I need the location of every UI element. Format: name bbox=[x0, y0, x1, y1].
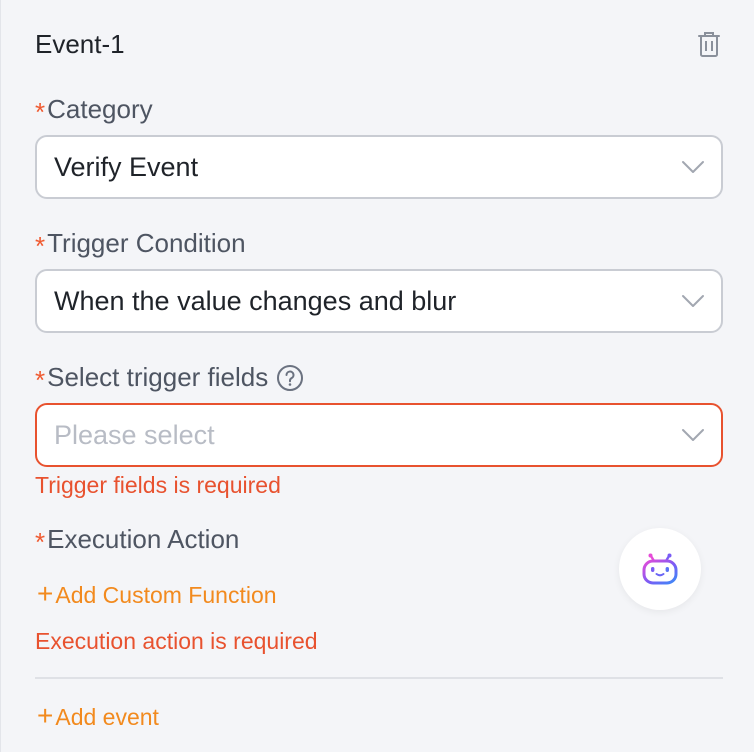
trigger-condition-select[interactable]: When the value changes and blur bbox=[35, 269, 723, 333]
chevron-down-icon bbox=[682, 161, 704, 173]
question-circle-icon[interactable] bbox=[276, 364, 304, 392]
trigger-condition-label: * Trigger Condition bbox=[35, 228, 246, 261]
chevron-down-icon bbox=[682, 429, 704, 441]
trigger-fields-placeholder: Please select bbox=[54, 419, 215, 450]
plus-icon: + bbox=[37, 700, 54, 731]
add-custom-function-link[interactable]: + Add Custom Function bbox=[37, 578, 277, 609]
trash-icon[interactable] bbox=[695, 29, 723, 59]
required-mark: * bbox=[35, 365, 46, 395]
robot-assistant-icon bbox=[642, 553, 678, 585]
category-select[interactable]: Verify Event bbox=[35, 135, 723, 199]
required-mark: * bbox=[35, 97, 46, 127]
trigger-condition-label-text: Trigger Condition bbox=[47, 228, 246, 258]
trigger-fields-error: Trigger fields is required bbox=[35, 472, 281, 498]
execution-action-label-text: Execution Action bbox=[47, 524, 240, 554]
plus-icon: + bbox=[37, 578, 54, 609]
event-header: Event-1 bbox=[35, 24, 723, 64]
category-label: * Category bbox=[35, 94, 153, 127]
category-label-text: Category bbox=[47, 94, 153, 124]
event-config-panel: Event-1 * Category Verify Event * Trigge… bbox=[0, 0, 754, 752]
trigger-fields-select[interactable]: Please select bbox=[35, 403, 723, 467]
execution-action-label: * Execution Action bbox=[35, 524, 240, 557]
chevron-down-icon bbox=[682, 295, 704, 307]
add-custom-function-label: Add Custom Function bbox=[55, 581, 277, 608]
divider bbox=[35, 677, 723, 679]
trigger-condition-value: When the value changes and blur bbox=[54, 285, 457, 316]
trigger-fields-label-text: Select trigger fields bbox=[47, 362, 269, 392]
event-title: Event-1 bbox=[35, 28, 125, 59]
required-mark: * bbox=[35, 527, 46, 557]
add-event-label: Add event bbox=[55, 703, 159, 730]
ai-assistant-button[interactable] bbox=[619, 528, 701, 610]
category-value: Verify Event bbox=[54, 151, 199, 182]
trigger-fields-label: * Select trigger fields bbox=[35, 362, 304, 395]
add-event-link[interactable]: + Add event bbox=[37, 700, 159, 731]
required-mark: * bbox=[35, 231, 46, 261]
execution-action-error: Execution action is required bbox=[35, 628, 318, 654]
